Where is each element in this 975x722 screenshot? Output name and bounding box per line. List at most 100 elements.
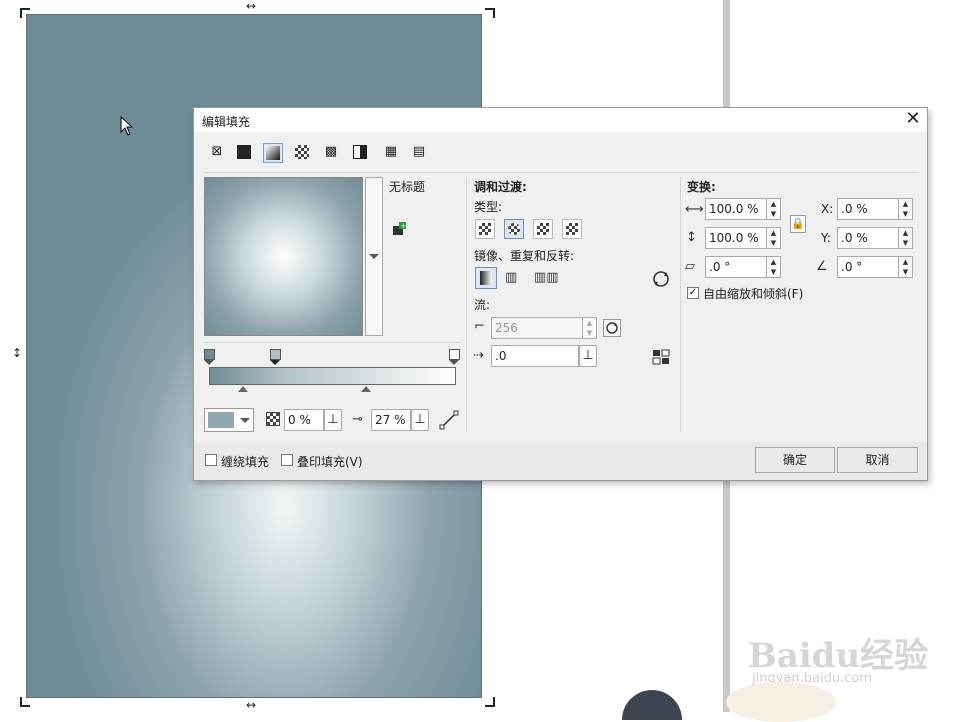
radial-fill-icon[interactable] [504,219,524,239]
overprint-label: 叠印填充(V) [297,455,363,469]
transparency-icon [266,412,280,426]
preset-dropdown[interactable] [365,177,383,336]
vector-pattern-icon[interactable] [293,143,313,163]
free-scale-label: 自由缩放和倾斜(F) [703,287,804,301]
flow-label: 流: [474,298,491,312]
free-scale-checkbox[interactable]: ✓ [687,287,699,299]
mirror-label: 镜像、重复和反转: [474,249,575,263]
bitmap-pattern-icon[interactable]: ▩ [321,143,341,163]
mirror-fill-icon[interactable]: ▥ [505,270,517,286]
default-fill-icon[interactable] [475,267,497,289]
resize-handle-left[interactable]: ↕ [12,347,22,359]
node-position-input[interactable]: 27 % [371,409,411,431]
preset-name: 无标题 [389,180,426,194]
fill-height-icon: ↕ [686,230,697,245]
steps-spinner[interactable]: ▲ ▼ [583,317,597,339]
dialog-title: 编辑填充 [202,115,251,129]
blend-heading: 调和过渡: [474,180,527,194]
steps-icon: ⌐ [474,319,485,334]
linear-fill-icon[interactable] [475,219,495,239]
accelerate-curve-icon[interactable] [439,410,459,430]
fill-width-input[interactable]: 100.0 % [705,198,767,220]
floating-widget [622,690,682,720]
ok-button[interactable]: 确定 [755,447,835,473]
fill-height-input[interactable]: 100.0 % [705,227,767,249]
node-pointer-icon [204,360,214,365]
resize-handle-top[interactable]: ↔ [246,0,256,12]
lock-ratio-icon[interactable]: 🔒 [790,215,806,233]
corner-handle-tr[interactable] [485,8,495,18]
resize-handle-bottom[interactable]: ↔ [246,699,256,711]
chevron-down-icon [369,254,379,259]
corner-handle-br[interactable] [485,697,495,707]
skew-spinner[interactable]: ▲ ▼ [767,256,781,278]
square-fill-icon[interactable] [562,219,582,239]
no-fill-icon[interactable]: ⊠ [207,143,227,163]
mascot-decoration [726,682,836,722]
fill-height-spinner[interactable]: ▲ ▼ [767,227,781,249]
acceleration-input[interactable]: .0 [491,345,579,367]
close-icon[interactable]: ✕ [899,108,927,132]
wrap-fill-label: 缠绕填充 [221,455,270,469]
svg-text:+: + [401,222,407,230]
cancel-button[interactable]: 取消 [837,447,918,473]
two-color-pattern-icon[interactable] [351,143,371,163]
lock-steps-icon[interactable] [603,319,621,337]
rotate-icon: ∠ [816,259,828,274]
node-pointer-icon [449,360,459,365]
transparency-slider-icon[interactable]: ⊥ [324,409,342,431]
gradient-node-end[interactable] [449,349,460,360]
skew-icon: ▱ [685,259,695,274]
skew-input[interactable]: .0 ° [705,256,767,278]
offset-x-label: X: [821,202,834,216]
gradient-node-mid[interactable] [270,349,281,360]
fill-width-icon: ⟷ [685,202,704,217]
node-color-swatch [208,412,234,428]
blend-type-label: 类型: [474,200,503,214]
overprint-checkbox[interactable] [281,454,293,466]
fountain-fill-icon[interactable] [263,143,283,163]
postscript-fill-icon[interactable]: ▤ [409,143,429,163]
offset-x-spinner[interactable]: ▲ ▼ [899,198,913,220]
conical-fill-icon[interactable] [533,219,553,239]
midpoint-slider-1[interactable] [238,386,248,392]
edit-fill-dialog: 编辑填充 ✕ ⊠ ▩ ▦ ▤ 无标题 + 0 % ⊥ ⊸ 27 % ⊥ 调和过渡… [193,107,928,481]
steps-input[interactable]: 256 [491,317,583,339]
smooth-blend-icon[interactable] [652,348,670,366]
reverse-icon[interactable] [652,270,670,288]
position-slider-icon[interactable]: ⊥ [411,409,429,431]
chevron-down-icon [240,418,250,423]
transparency-input[interactable]: 0 % [284,409,324,431]
gradient-node-start[interactable] [204,349,215,360]
corner-handle-tl[interactable] [20,8,30,18]
gradient-bar[interactable] [209,367,456,385]
wrap-fill-checkbox[interactable] [205,454,217,466]
fill-preview [204,177,363,336]
rotate-spinner[interactable]: ▲ ▼ [899,256,913,278]
watermark-logo: Baidu经验 [748,636,929,676]
acceleration-icon: ⇢ [473,348,484,363]
section-divider-2 [680,177,681,432]
repeat-fill-icon[interactable]: ▥▥ [534,270,559,286]
fill-width-spinner[interactable]: ▲ ▼ [767,198,781,220]
dialog-titlebar: 编辑填充 ✕ [194,108,927,132]
cursor-arrow-icon [120,116,134,136]
section-divider-1 [466,177,467,432]
uniform-fill-icon[interactable] [235,143,255,163]
midpoint-slider-2[interactable] [361,386,371,392]
rotate-input[interactable]: .0 ° [837,256,899,278]
corner-handle-bl[interactable] [20,697,30,707]
offset-y-spinner[interactable]: ▲ ▼ [899,227,913,249]
node-position-icon: ⊸ [352,412,363,427]
acceleration-slider-icon[interactable]: ⊥ [579,345,597,367]
transform-heading: 变换: [687,180,716,194]
offset-x-input[interactable]: .0 % [837,198,899,220]
toolbar-divider [204,172,919,173]
preview-divider [204,342,462,343]
offset-y-label: Y: [821,231,831,245]
save-preset-icon[interactable]: + [392,222,407,236]
offset-y-input[interactable]: .0 % [837,227,899,249]
texture-fill-icon[interactable]: ▦ [381,143,401,163]
node-pointer-selected-icon [270,360,280,365]
node-color-picker[interactable] [204,408,254,432]
